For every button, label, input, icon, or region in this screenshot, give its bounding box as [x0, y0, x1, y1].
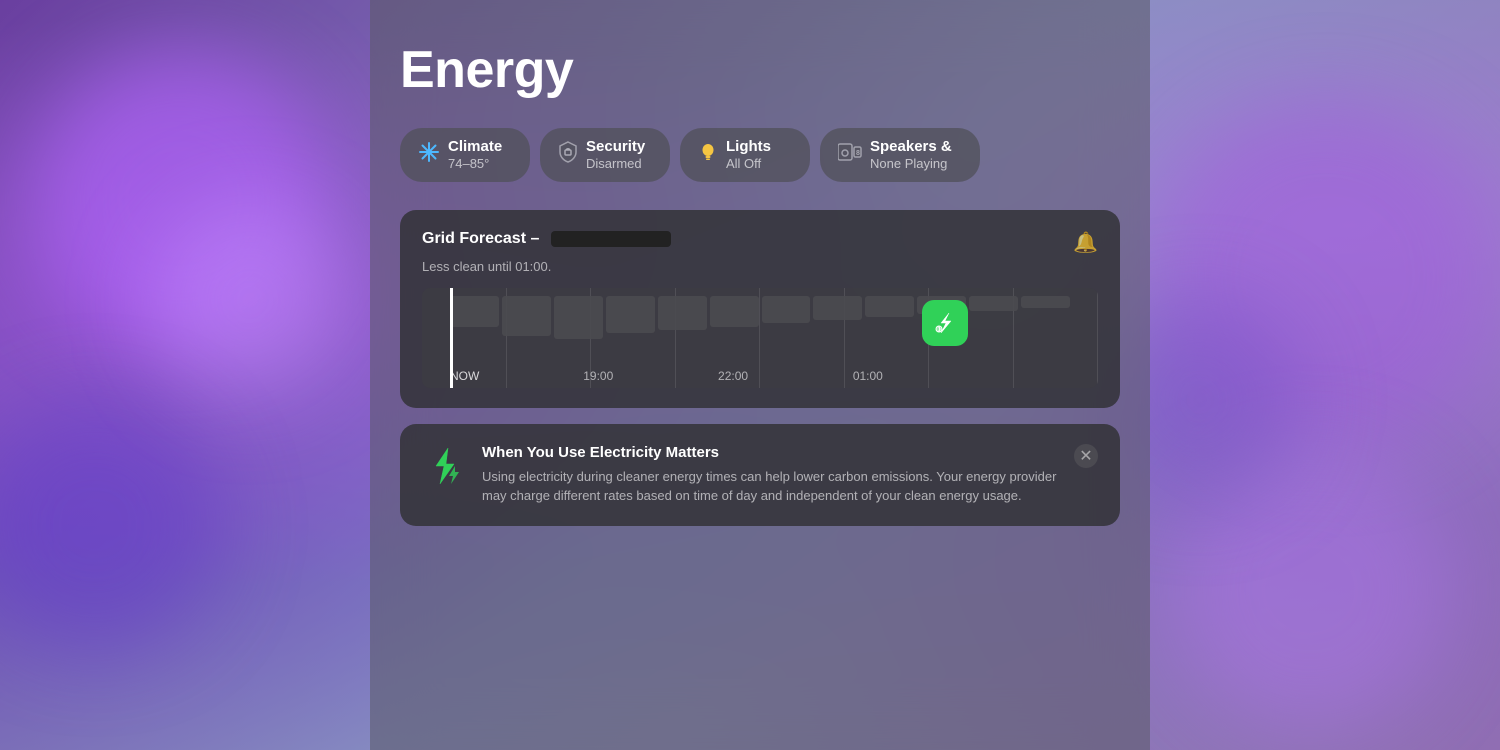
bell-icon[interactable]: 🔔 — [1073, 230, 1098, 255]
security-label: Security — [586, 138, 645, 156]
lights-sublabel: All Off — [726, 156, 771, 172]
bar-6 — [710, 296, 759, 327]
grid-forecast-title-text: Grid Forecast – — [422, 230, 539, 248]
bar-12 — [1021, 296, 1070, 308]
bar-8 — [813, 296, 862, 321]
time-1900: 19:00 — [531, 369, 666, 383]
time-labels: NOW 19:00 22:00 01:00 — [422, 369, 1098, 383]
time-2200: 22:00 — [666, 369, 801, 383]
climate-label: Climate — [448, 138, 502, 156]
grid-forecast-card: Grid Forecast – 🔔 Less clean until 01:00… — [400, 210, 1120, 408]
svg-text:8: 8 — [856, 150, 860, 157]
speakers-sublabel: None Playing — [870, 156, 952, 172]
speakers-tab-text: Speakers & None Playing — [870, 138, 952, 172]
speakers-label: Speakers & — [870, 138, 952, 156]
info-body: Using electricity during cleaner energy … — [482, 467, 1058, 506]
tab-lights[interactable]: Lights All Off — [680, 128, 810, 182]
time-extra — [935, 369, 1070, 383]
blob-3 — [150, 200, 350, 400]
bar-3 — [554, 296, 603, 339]
bar-2 — [502, 296, 551, 336]
climate-tab-text: Climate 74–85° — [448, 138, 502, 172]
page-title: Energy — [400, 40, 1120, 100]
tab-climate[interactable]: Climate 74–85° — [400, 128, 530, 182]
timeline-container: NOW 19:00 22:00 01:00 — [422, 288, 1098, 388]
bar-4 — [606, 296, 655, 333]
bar-5 — [658, 296, 707, 330]
main-panel: Energy Climate 74–85° — [370, 0, 1150, 750]
security-tab-text: Security Disarmed — [586, 138, 645, 172]
card-title: Grid Forecast – — [422, 230, 671, 248]
security-sublabel: Disarmed — [586, 156, 645, 172]
bar-9 — [865, 296, 914, 318]
time-now: NOW — [450, 369, 531, 383]
now-line — [450, 288, 453, 388]
info-icon-area — [422, 444, 466, 488]
lights-tab-text: Lights All Off — [726, 138, 771, 172]
close-button[interactable]: ✕ — [1074, 444, 1098, 468]
redacted-name — [551, 231, 671, 247]
climate-sublabel: 74–85° — [448, 156, 502, 172]
lights-label: Lights — [726, 138, 771, 156]
bar-7 — [762, 296, 811, 324]
speakers-icon: 8 — [838, 142, 862, 168]
energy-icon-wrapper — [922, 300, 968, 346]
info-text: When You Use Electricity Matters Using e… — [482, 444, 1058, 506]
info-card: When You Use Electricity Matters Using e… — [400, 424, 1120, 526]
lights-icon — [698, 141, 718, 169]
time-0100: 01:00 — [800, 369, 935, 383]
security-icon — [558, 141, 578, 169]
tab-speakers[interactable]: 8 Speakers & None Playing — [820, 128, 980, 182]
info-title: When You Use Electricity Matters — [482, 444, 1058, 461]
bar-1 — [450, 296, 499, 327]
card-header: Grid Forecast – 🔔 — [422, 230, 1098, 255]
tab-bar: Climate 74–85° Security Disarmed — [400, 128, 1120, 182]
card-subtitle: Less clean until 01:00. — [422, 259, 1098, 274]
climate-icon — [418, 141, 440, 169]
bar-11 — [969, 296, 1018, 312]
blob-2 — [0, 400, 220, 650]
tab-security[interactable]: Security Disarmed — [540, 128, 670, 182]
